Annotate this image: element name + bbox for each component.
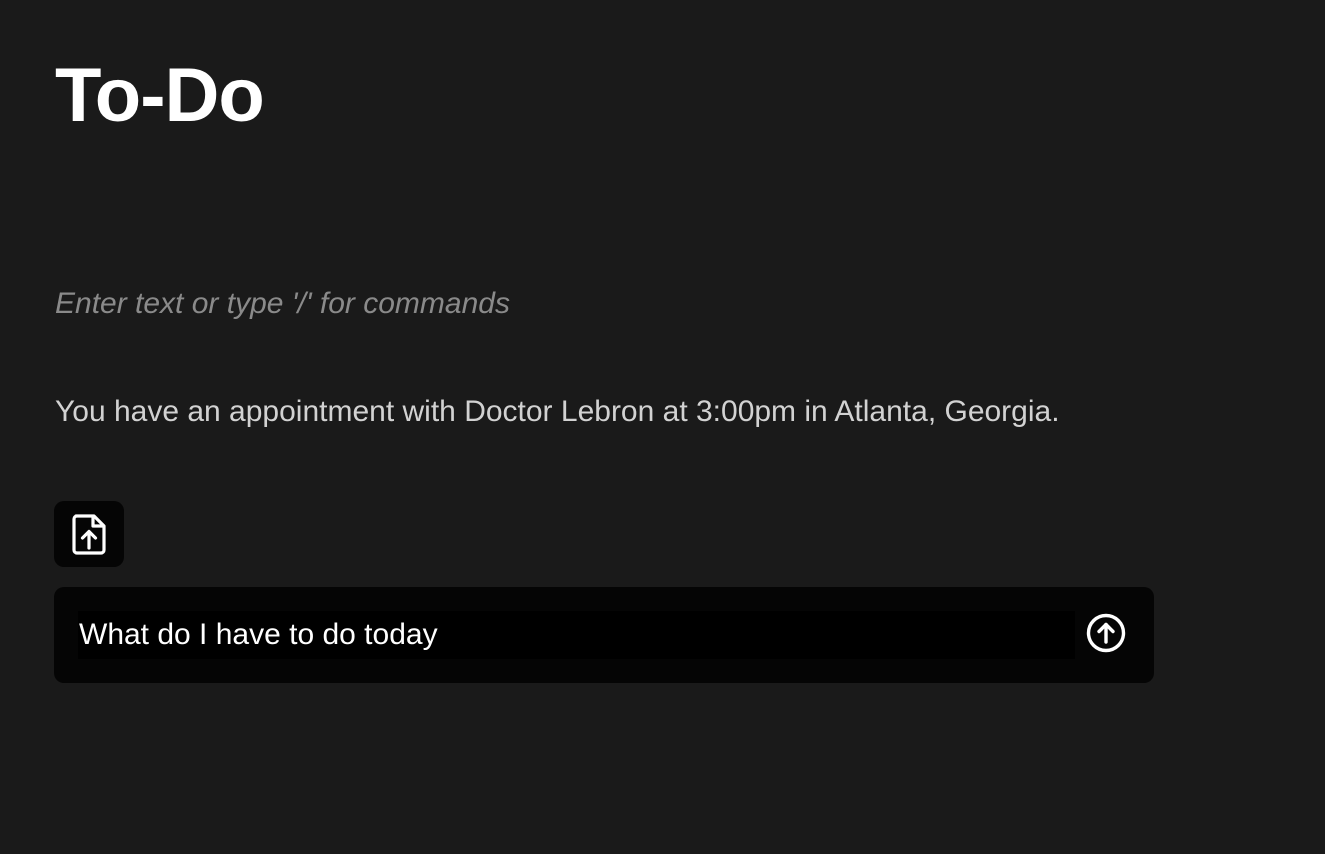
chat-input[interactable]: [78, 611, 1075, 659]
page-title: To-Do: [55, 53, 265, 138]
upload-file-button[interactable]: [54, 501, 124, 567]
arrow-up-circle-icon: [1085, 612, 1127, 659]
assistant-response: You have an appointment with Doctor Lebr…: [55, 395, 1060, 428]
file-upload-icon: [70, 512, 108, 556]
send-button[interactable]: [1084, 613, 1128, 657]
editor-placeholder[interactable]: Enter text or type '/' for commands: [55, 284, 510, 324]
chat-bar: [54, 587, 1154, 683]
